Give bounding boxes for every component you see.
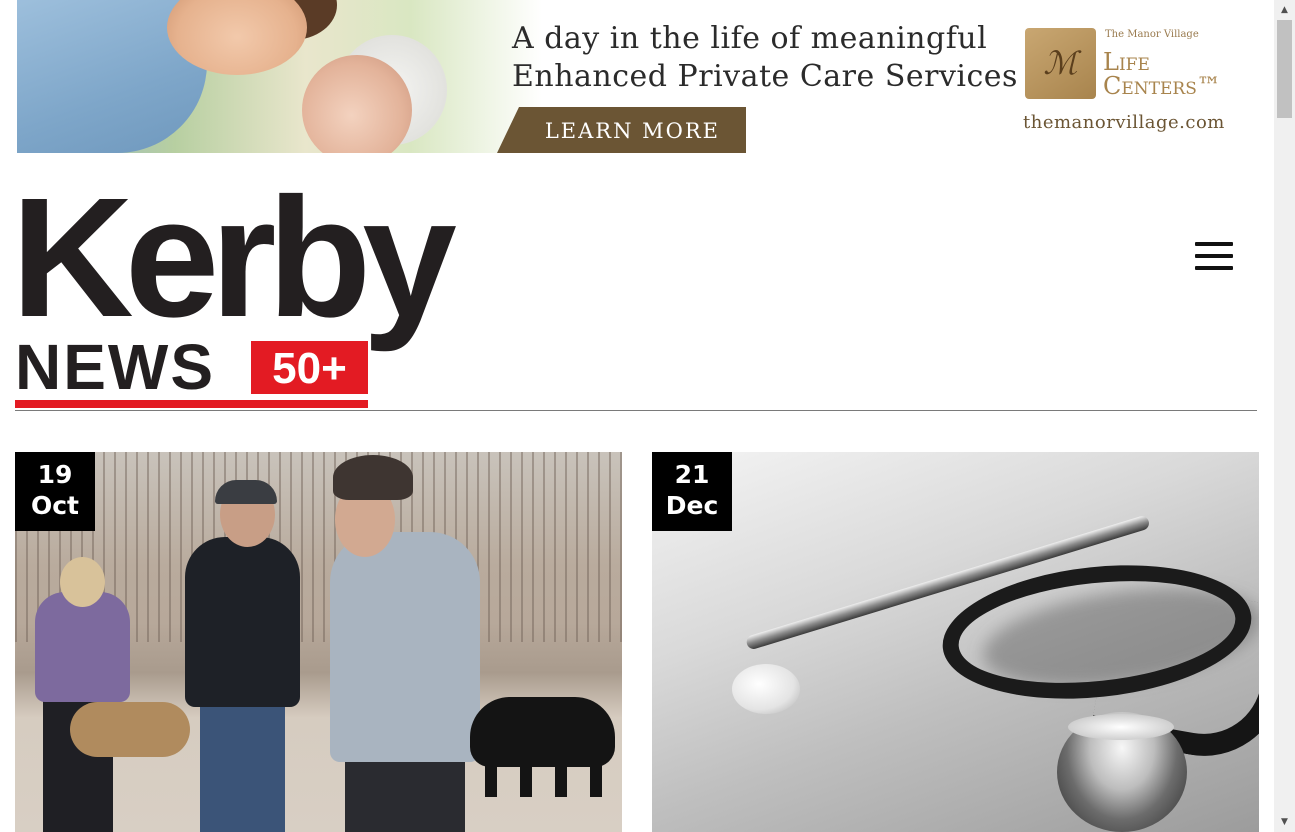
vertical-scrollbar[interactable]: ▲ ▼ <box>1274 0 1295 832</box>
learn-more-button[interactable]: LEARN MORE <box>497 107 746 153</box>
ad-headline: A day in the life of meaningful Enhanced… <box>512 20 1022 96</box>
article-card[interactable]: 19 Oct <box>15 452 622 832</box>
ad-brand-name-line2: Centers™ <box>1103 72 1221 100</box>
ad-brand-name-line1: Life <box>1103 48 1150 76</box>
scrollbar-thumb[interactable] <box>1277 20 1292 118</box>
date-month: Dec <box>665 491 719 520</box>
park-walk-photo[interactable] <box>15 452 622 832</box>
site-header: Kerby NEWS 50+ <box>0 153 1274 413</box>
date-day: 21 <box>674 460 710 489</box>
scroll-up-arrow-icon[interactable]: ▲ <box>1274 0 1295 20</box>
date-month: Oct <box>30 491 80 520</box>
ad-url: themanorvillage.com <box>1023 112 1225 133</box>
scroll-down-arrow-icon[interactable]: ▼ <box>1274 812 1295 832</box>
ad-photo-caregiver <box>17 0 542 153</box>
logo-badge-50plus: 50+ <box>251 341 368 394</box>
header-divider <box>15 410 1257 411</box>
ad-headline-line1: A day in the life of meaningful <box>512 21 988 56</box>
manor-village-logo-icon: ℳ <box>1025 28 1096 99</box>
ad-headline-line2: Enhanced Private Care Services <box>512 59 1018 94</box>
article-card[interactable]: 21 Dec <box>652 452 1259 832</box>
date-badge: 19 Oct <box>15 452 95 531</box>
ad-brand-small: The Manor Village <box>1105 29 1199 40</box>
date-day: 19 <box>37 460 73 489</box>
ad-banner[interactable]: A day in the life of meaningful Enhanced… <box>17 0 1257 153</box>
kerby-news-logo[interactable]: Kerby NEWS 50+ <box>11 173 457 411</box>
logo-word-news: NEWS <box>15 331 215 403</box>
logo-word-kerby: Kerby <box>11 163 457 353</box>
hamburger-menu-icon[interactable] <box>1195 241 1233 271</box>
ad-brand-name: Life Centers™ <box>1103 50 1243 98</box>
logo-underline <box>15 400 368 408</box>
date-badge: 21 Dec <box>652 452 732 531</box>
stethoscope-photo[interactable] <box>652 452 1259 832</box>
